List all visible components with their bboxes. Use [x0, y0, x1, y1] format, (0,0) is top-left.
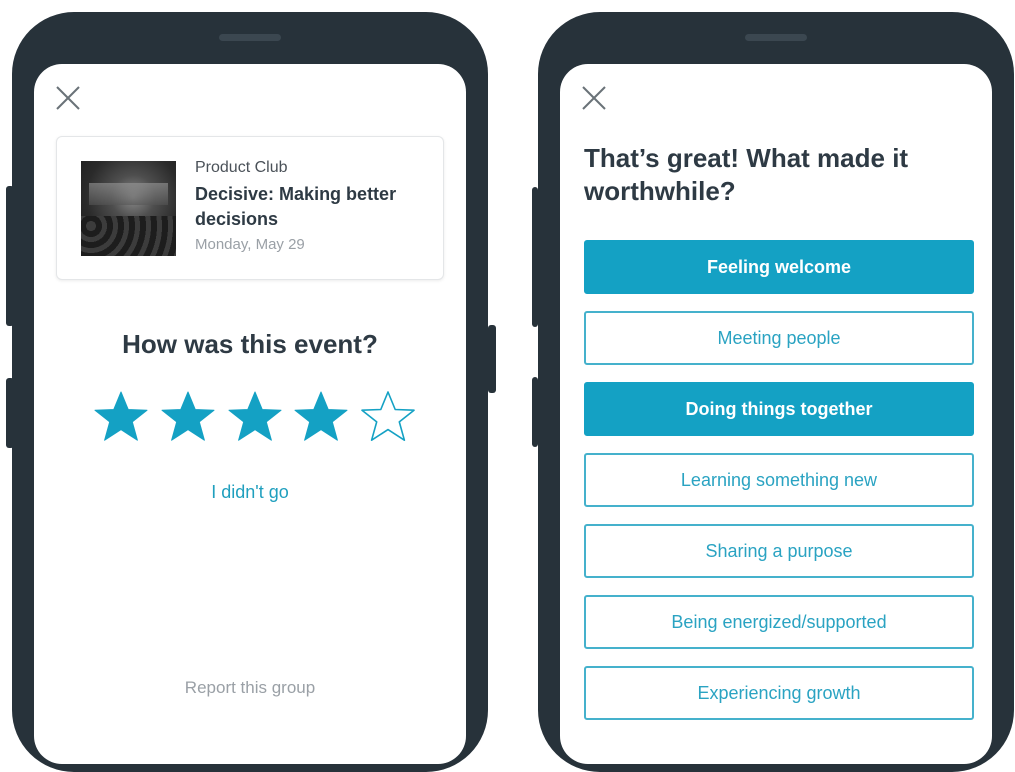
side-button — [6, 186, 14, 326]
feedback-screen: That’s great! What made it worthwhile? F… — [560, 64, 992, 764]
star-filled-icon[interactable] — [226, 389, 284, 447]
option-list: Feeling welcome Meeting people Doing thing… — [584, 240, 974, 737]
star-filled-icon[interactable] — [159, 389, 217, 447]
option-button[interactable]: Meeting people — [584, 311, 974, 365]
phone-right: That’s great! What made it worthwhile? F… — [532, 12, 1014, 772]
side-button — [532, 377, 538, 447]
side-button — [532, 187, 538, 327]
star-filled-icon[interactable] — [292, 389, 350, 447]
star-filled-icon[interactable] — [92, 389, 150, 447]
option-button[interactable]: Experiencing growth — [584, 666, 974, 720]
star-rating — [92, 389, 417, 447]
event-title: Decisive: Making better decisions — [195, 184, 397, 229]
option-button[interactable]: Feeling welcome — [584, 240, 974, 294]
report-group-link[interactable]: Report this group — [34, 678, 466, 698]
option-button[interactable]: Sharing a purpose — [584, 524, 974, 578]
side-button — [6, 378, 14, 448]
worthwhile-question: That’s great! What made it worthwhile? — [584, 143, 909, 206]
event-date: Monday, May 29 — [195, 236, 305, 253]
didnt-go-link[interactable]: I didn't go — [34, 482, 466, 503]
option-button[interactable]: Being energized/supported — [584, 595, 974, 649]
option-button[interactable]: Learning something new — [584, 453, 974, 507]
rating-question: How was this event? — [122, 329, 378, 359]
close-icon[interactable] — [580, 84, 608, 112]
rating-screen: Product Club Decisive: Making better dec… — [34, 64, 466, 764]
speaker-grille — [745, 34, 807, 41]
phone-left: Product Club Decisive: Making better dec… — [12, 12, 488, 772]
speaker-grille — [219, 34, 281, 41]
star-empty-icon[interactable] — [359, 389, 417, 447]
side-button — [488, 325, 496, 393]
event-details: Product Club Decisive: Making better dec… — [195, 159, 425, 253]
event-photo — [81, 161, 176, 256]
group-name: Product Club — [195, 159, 288, 176]
event-card[interactable]: Product Club Decisive: Making better dec… — [56, 136, 444, 280]
close-icon[interactable] — [54, 84, 82, 112]
option-button[interactable]: Doing things together — [584, 382, 974, 436]
